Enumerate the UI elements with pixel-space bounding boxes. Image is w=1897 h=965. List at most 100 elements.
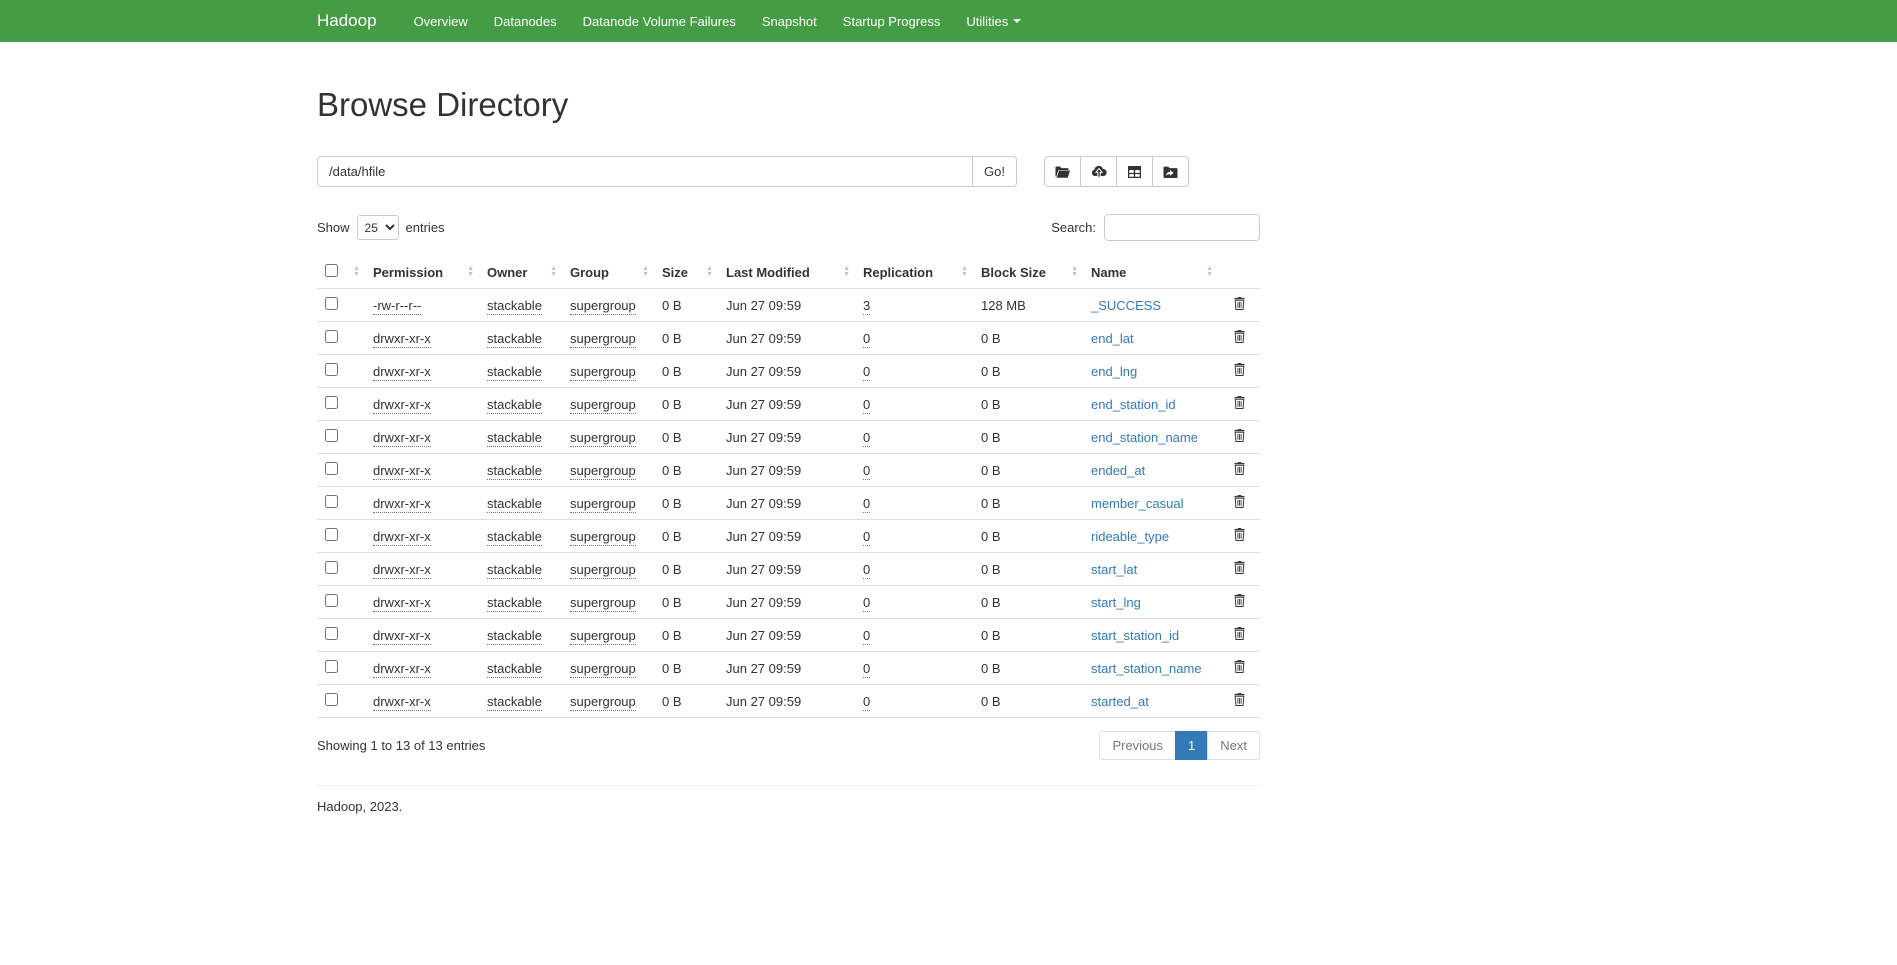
- column-header-size[interactable]: Size: [654, 256, 718, 289]
- group-value[interactable]: supergroup: [570, 595, 636, 612]
- owner-value[interactable]: stackable: [487, 496, 542, 513]
- permission-value[interactable]: drwxr-xr-x: [373, 562, 431, 579]
- group-value[interactable]: supergroup: [570, 364, 636, 381]
- delete-button[interactable]: [1232, 328, 1247, 348]
- nav-item-snapshot[interactable]: Snapshot: [749, 0, 830, 42]
- search-input[interactable]: [1104, 214, 1260, 241]
- go-button[interactable]: Go!: [973, 156, 1017, 187]
- owner-value[interactable]: stackable: [487, 364, 542, 381]
- column-header-replication[interactable]: Replication: [855, 256, 973, 289]
- column-header-select[interactable]: [317, 256, 365, 289]
- row-checkbox[interactable]: [325, 495, 338, 508]
- row-checkbox[interactable]: [325, 462, 338, 475]
- group-value[interactable]: supergroup: [570, 661, 636, 678]
- row-checkbox[interactable]: [325, 693, 338, 706]
- file-name-link[interactable]: end_lat: [1091, 331, 1134, 346]
- delete-button[interactable]: [1232, 460, 1247, 480]
- owner-value[interactable]: stackable: [487, 397, 542, 414]
- owner-value[interactable]: stackable: [487, 331, 542, 348]
- group-value[interactable]: supergroup: [570, 694, 636, 711]
- group-value[interactable]: supergroup: [570, 430, 636, 447]
- folder-move-button[interactable]: [1152, 156, 1189, 187]
- replication-value[interactable]: 0: [863, 628, 870, 645]
- delete-button[interactable]: [1232, 691, 1247, 711]
- replication-value[interactable]: 0: [863, 397, 870, 414]
- column-header-owner[interactable]: Owner: [479, 256, 562, 289]
- column-header-last-modified[interactable]: Last Modified: [718, 256, 855, 289]
- row-checkbox[interactable]: [325, 297, 338, 310]
- owner-value[interactable]: stackable: [487, 430, 542, 447]
- column-header-name[interactable]: Name: [1083, 256, 1218, 289]
- owner-value[interactable]: stackable: [487, 628, 542, 645]
- replication-value[interactable]: 0: [863, 661, 870, 678]
- delete-button[interactable]: [1232, 592, 1247, 612]
- permission-value[interactable]: drwxr-xr-x: [373, 628, 431, 645]
- permission-value[interactable]: drwxr-xr-x: [373, 595, 431, 612]
- delete-button[interactable]: [1232, 559, 1247, 579]
- nav-item-startup-progress[interactable]: Startup Progress: [830, 0, 954, 42]
- nav-item-utilities[interactable]: Utilities: [953, 0, 1034, 42]
- row-checkbox[interactable]: [325, 363, 338, 376]
- replication-value[interactable]: 0: [863, 364, 870, 381]
- replication-value[interactable]: 0: [863, 595, 870, 612]
- pagination-page-1[interactable]: 1: [1175, 731, 1208, 760]
- delete-button[interactable]: [1232, 658, 1247, 678]
- column-header-block-size[interactable]: Block Size: [973, 256, 1083, 289]
- nav-item-datanode-volume-failures[interactable]: Datanode Volume Failures: [570, 0, 749, 42]
- delete-button[interactable]: [1232, 394, 1247, 414]
- file-name-link[interactable]: rideable_type: [1091, 529, 1169, 544]
- delete-button[interactable]: [1232, 493, 1247, 513]
- replication-value[interactable]: 0: [863, 562, 870, 579]
- page-size-select[interactable]: 25: [357, 215, 399, 240]
- group-value[interactable]: supergroup: [570, 397, 636, 414]
- file-name-link[interactable]: _SUCCESS: [1091, 298, 1161, 313]
- file-name-link[interactable]: start_station_id: [1091, 628, 1179, 643]
- group-value[interactable]: supergroup: [570, 628, 636, 645]
- delete-button[interactable]: [1232, 295, 1247, 315]
- delete-button[interactable]: [1232, 427, 1247, 447]
- owner-value[interactable]: stackable: [487, 298, 542, 315]
- row-checkbox[interactable]: [325, 330, 338, 343]
- file-name-link[interactable]: end_station_name: [1091, 430, 1198, 445]
- file-name-link[interactable]: member_casual: [1091, 496, 1184, 511]
- group-value[interactable]: supergroup: [570, 529, 636, 546]
- group-value[interactable]: supergroup: [570, 562, 636, 579]
- owner-value[interactable]: stackable: [487, 529, 542, 546]
- permission-value[interactable]: drwxr-xr-x: [373, 430, 431, 447]
- replication-value[interactable]: 0: [863, 331, 870, 348]
- row-checkbox[interactable]: [325, 429, 338, 442]
- nav-item-datanodes[interactable]: Datanodes: [481, 0, 570, 42]
- permission-value[interactable]: drwxr-xr-x: [373, 529, 431, 546]
- file-name-link[interactable]: end_station_id: [1091, 397, 1176, 412]
- file-name-link[interactable]: start_lng: [1091, 595, 1141, 610]
- group-value[interactable]: supergroup: [570, 496, 636, 513]
- owner-value[interactable]: stackable: [487, 661, 542, 678]
- brand-link[interactable]: Hadoop: [317, 0, 377, 42]
- file-name-link[interactable]: ended_at: [1091, 463, 1145, 478]
- permission-value[interactable]: drwxr-xr-x: [373, 694, 431, 711]
- delete-button[interactable]: [1232, 361, 1247, 381]
- replication-value[interactable]: 0: [863, 496, 870, 513]
- permission-value[interactable]: -rw-r--r--: [373, 298, 421, 315]
- cloud-upload-button[interactable]: [1080, 156, 1117, 187]
- group-value[interactable]: supergroup: [570, 298, 636, 315]
- permission-value[interactable]: drwxr-xr-x: [373, 397, 431, 414]
- row-checkbox[interactable]: [325, 396, 338, 409]
- owner-value[interactable]: stackable: [487, 694, 542, 711]
- permission-value[interactable]: drwxr-xr-x: [373, 331, 431, 348]
- permission-value[interactable]: drwxr-xr-x: [373, 496, 431, 513]
- replication-value[interactable]: 3: [863, 298, 870, 315]
- file-name-link[interactable]: started_at: [1091, 694, 1149, 709]
- file-name-link[interactable]: start_lat: [1091, 562, 1137, 577]
- file-name-link[interactable]: start_station_name: [1091, 661, 1202, 676]
- folder-open-button[interactable]: [1044, 156, 1081, 187]
- owner-value[interactable]: stackable: [487, 463, 542, 480]
- group-value[interactable]: supergroup: [570, 463, 636, 480]
- select-all-checkbox[interactable]: [325, 264, 338, 277]
- replication-value[interactable]: 0: [863, 529, 870, 546]
- permission-value[interactable]: drwxr-xr-x: [373, 364, 431, 381]
- column-header-permission[interactable]: Permission: [365, 256, 479, 289]
- column-header-group[interactable]: Group: [562, 256, 654, 289]
- row-checkbox[interactable]: [325, 627, 338, 640]
- permission-value[interactable]: drwxr-xr-x: [373, 661, 431, 678]
